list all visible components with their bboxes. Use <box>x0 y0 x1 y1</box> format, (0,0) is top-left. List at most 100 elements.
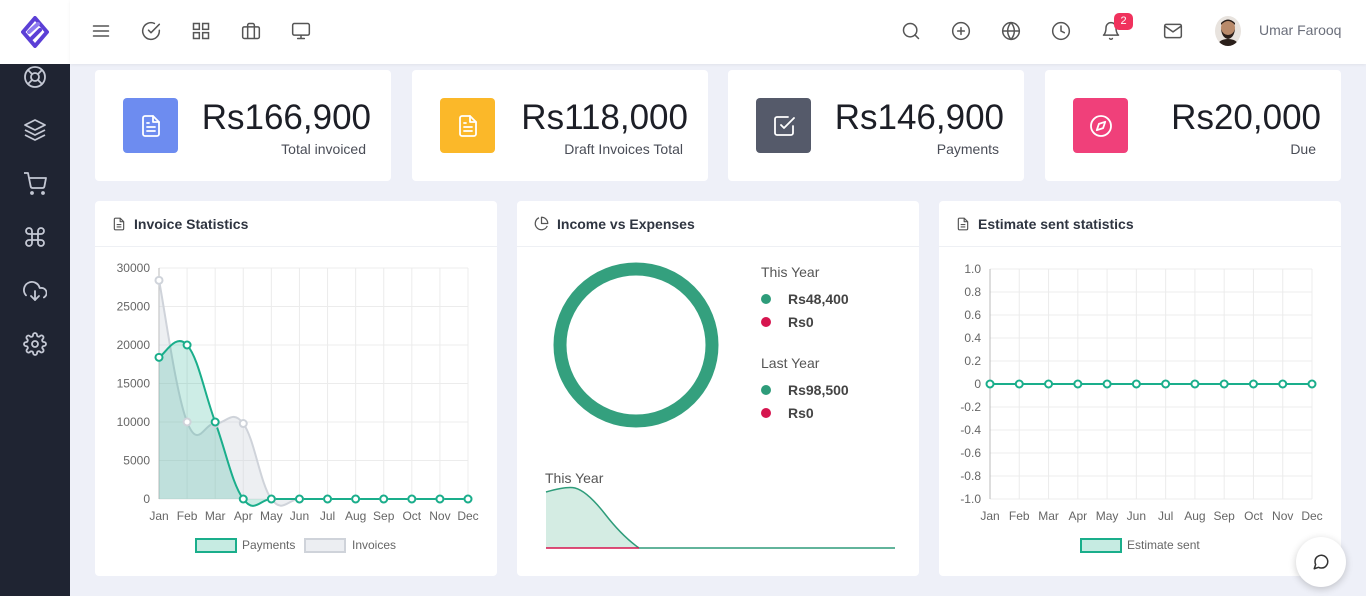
last-year-label: Last Year <box>761 355 820 371</box>
data-point <box>1190 379 1200 389</box>
x-tick-label: Jun <box>290 509 309 523</box>
x-tick-label: Jul <box>1158 509 1173 523</box>
data-point <box>407 494 417 504</box>
y-tick-label: -0.8 <box>960 469 981 483</box>
legend-swatch <box>1080 538 1122 553</box>
y-tick-label: -0.4 <box>960 423 981 437</box>
settings-icon[interactable] <box>22 331 48 357</box>
invoice-statistics-panel: Invoice Statistics 30000 25000 20000 15000 1… <box>95 201 497 576</box>
income-dot <box>761 385 771 395</box>
clock-icon[interactable] <box>1050 20 1072 42</box>
data-point <box>1073 379 1083 389</box>
compass-icon <box>1073 98 1128 153</box>
y-tick-label: 30000 <box>117 261 151 275</box>
y-tick-label: -0.6 <box>960 446 981 460</box>
x-tick-label: Mar <box>205 509 226 523</box>
stat-label: Draft Invoices Total <box>564 141 683 157</box>
file-text-icon <box>440 98 495 153</box>
globe-icon[interactable] <box>1000 20 1022 42</box>
series-area <box>159 341 468 506</box>
data-point <box>1307 379 1317 389</box>
y-tick-label: 0.4 <box>964 331 981 345</box>
app-logo[interactable] <box>0 0 70 64</box>
grid-icon[interactable] <box>190 20 212 42</box>
stat-label: Payments <box>936 141 999 157</box>
check-square-icon <box>756 98 811 153</box>
user-name[interactable]: Umar Farooq <box>1259 22 1341 38</box>
data-point <box>1131 379 1141 389</box>
donut-ring <box>553 262 719 428</box>
x-tick-label: May <box>260 509 283 523</box>
data-point <box>238 419 248 429</box>
lifebuoy-icon[interactable] <box>22 64 48 90</box>
y-tick-label: 25000 <box>117 300 151 314</box>
cloud-download-icon[interactable] <box>22 278 48 304</box>
y-tick-label: 0 <box>974 377 981 391</box>
estimate-chart: 1.0 0.8 0.6 0.4 0.2 0 -0.2 -0.4 -0.6 -0.8 -1.0 Jan F… <box>960 262 1323 553</box>
y-tick-label: 0.2 <box>964 354 981 368</box>
file-text-icon <box>123 98 178 153</box>
x-tick-label: Jul <box>320 509 335 523</box>
logo-icon <box>21 16 49 48</box>
command-icon[interactable] <box>22 224 48 250</box>
x-tick-label: Jan <box>149 509 168 523</box>
last-year-income: Rs98,500 <box>788 382 849 398</box>
stat-label: Total invoiced <box>281 141 366 157</box>
x-tick-label: Jan <box>980 509 999 523</box>
this-year-income: Rs48,400 <box>788 291 849 307</box>
data-point <box>379 494 389 504</box>
check-circle-icon[interactable] <box>140 20 162 42</box>
cart-icon[interactable] <box>22 171 48 197</box>
data-point <box>238 494 248 504</box>
menu-icon[interactable] <box>90 20 112 42</box>
data-point <box>351 494 361 504</box>
x-tick-label: Jun <box>1127 509 1146 523</box>
stat-card-draft-invoices: Rs118,000 Draft Invoices Total <box>412 70 708 181</box>
chat-button[interactable] <box>1296 537 1346 587</box>
this-year-label: This Year <box>761 264 820 280</box>
mail-icon[interactable] <box>1162 20 1184 42</box>
search-icon[interactable] <box>900 20 922 42</box>
x-tick-label: Oct <box>402 509 421 523</box>
data-point <box>1014 379 1024 389</box>
x-tick-label: Dec <box>1301 509 1322 523</box>
y-tick-label: 0 <box>143 492 150 506</box>
legend-swatch <box>195 538 237 553</box>
chat-icon <box>1313 554 1329 570</box>
income-dot <box>761 294 771 304</box>
data-point <box>323 494 333 504</box>
data-point <box>435 494 445 504</box>
data-point <box>294 494 304 504</box>
x-tick-label: Aug <box>1184 509 1205 523</box>
income-expenses-panel: Income vs Expenses This Year Rs48,400 Rs… <box>517 201 919 576</box>
x-tick-label: Sep <box>1214 509 1236 523</box>
expense-dot <box>761 317 771 327</box>
y-tick-label: 0.6 <box>964 308 981 322</box>
y-tick-label: 10000 <box>117 415 151 429</box>
stat-card-due: Rs20,000 Due <box>1045 70 1341 181</box>
data-point <box>463 494 473 504</box>
notification-badge: 2 <box>1114 13 1133 30</box>
sparkline-label: This Year <box>545 470 604 486</box>
stat-value: Rs118,000 <box>521 98 688 137</box>
monitor-icon[interactable] <box>290 20 312 42</box>
data-point <box>1278 379 1288 389</box>
stat-card-total-invoiced: Rs166,900 Total invoiced <box>95 70 391 181</box>
invoice-chart: 30000 25000 20000 15000 10000 5000 0 Jan Feb Mar A… <box>117 261 479 553</box>
data-point <box>154 275 164 285</box>
data-point <box>1161 379 1171 389</box>
layers-icon[interactable] <box>22 117 48 143</box>
briefcase-icon[interactable] <box>240 20 262 42</box>
x-tick-label: Feb <box>1009 509 1030 523</box>
data-point <box>182 417 192 427</box>
legend-label: Payments <box>242 538 295 552</box>
y-tick-label: 15000 <box>117 377 151 391</box>
data-point <box>1044 379 1054 389</box>
avatar[interactable] <box>1215 16 1241 46</box>
y-tick-label: 20000 <box>117 338 151 352</box>
plus-circle-icon[interactable] <box>950 20 972 42</box>
data-point <box>266 494 276 504</box>
last-year-expense: Rs0 <box>788 405 814 421</box>
stat-value: Rs166,900 <box>201 98 371 137</box>
data-point <box>1102 379 1112 389</box>
